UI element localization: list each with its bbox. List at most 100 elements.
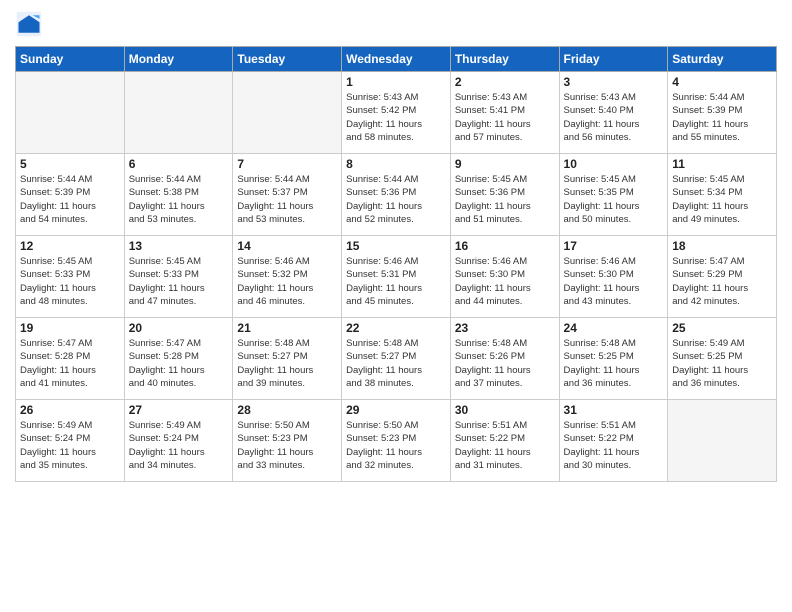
day-info: Sunrise: 5:43 AM Sunset: 5:41 PM Dayligh… [455, 91, 555, 144]
day-number: 17 [564, 239, 664, 253]
calendar-cell: 7 Sunrise: 5:44 AM Sunset: 5:37 PM Daylig… [233, 154, 342, 236]
weekday-header-wednesday: Wednesday [342, 47, 451, 72]
day-number: 9 [455, 157, 555, 171]
day-info: Sunrise: 5:46 AM Sunset: 5:30 PM Dayligh… [564, 255, 664, 308]
day-number: 3 [564, 75, 664, 89]
day-info: Sunrise: 5:44 AM Sunset: 5:39 PM Dayligh… [20, 173, 120, 226]
day-number: 2 [455, 75, 555, 89]
weekday-header-thursday: Thursday [450, 47, 559, 72]
day-number: 31 [564, 403, 664, 417]
day-info: Sunrise: 5:51 AM Sunset: 5:22 PM Dayligh… [455, 419, 555, 472]
calendar-cell: 3 Sunrise: 5:43 AM Sunset: 5:40 PM Daylig… [559, 72, 668, 154]
calendar-cell: 12Sunrise: 5:45 AM Sunset: 5:33 PM Dayli… [16, 236, 125, 318]
day-number: 30 [455, 403, 555, 417]
day-number: 14 [237, 239, 337, 253]
calendar-cell: 21 Sunrise: 5:48 AM Sunset: 5:27 PM Dayli… [233, 318, 342, 400]
day-info: Sunrise: 5:49 AM Sunset: 5:24 PM Dayligh… [129, 419, 229, 472]
weekday-header-friday: Friday [559, 47, 668, 72]
day-number: 25 [672, 321, 772, 335]
calendar-cell: 17 Sunrise: 5:46 AM Sunset: 5:30 PM Dayli… [559, 236, 668, 318]
day-info: Sunrise: 5:45 AM Sunset: 5:33 PM Dayligh… [129, 255, 229, 308]
calendar-cell: 8 Sunrise: 5:44 AM Sunset: 5:36 PM Daylig… [342, 154, 451, 236]
day-info: Sunrise: 5:46 AM Sunset: 5:31 PM Dayligh… [346, 255, 446, 308]
calendar-cell: 22 Sunrise: 5:48 AM Sunset: 5:27 PM Dayli… [342, 318, 451, 400]
day-info: Sunrise: 5:47 AM Sunset: 5:28 PM Dayligh… [20, 337, 120, 390]
day-number: 20 [129, 321, 229, 335]
week-row-3: 12Sunrise: 5:45 AM Sunset: 5:33 PM Dayli… [16, 236, 777, 318]
calendar-cell [16, 72, 125, 154]
day-info: Sunrise: 5:45 AM Sunset: 5:35 PM Dayligh… [564, 173, 664, 226]
calendar-cell: 11 Sunrise: 5:45 AM Sunset: 5:34 PM Dayli… [668, 154, 777, 236]
day-number: 7 [237, 157, 337, 171]
day-info: Sunrise: 5:48 AM Sunset: 5:27 PM Dayligh… [237, 337, 337, 390]
day-info: Sunrise: 5:44 AM Sunset: 5:38 PM Dayligh… [129, 173, 229, 226]
day-info: Sunrise: 5:48 AM Sunset: 5:27 PM Dayligh… [346, 337, 446, 390]
page: SundayMondayTuesdayWednesdayThursdayFrid… [0, 0, 792, 612]
calendar-cell: 15 Sunrise: 5:46 AM Sunset: 5:31 PM Dayli… [342, 236, 451, 318]
week-row-1: 1Sunrise: 5:43 AM Sunset: 5:42 PM Daylig… [16, 72, 777, 154]
day-info: Sunrise: 5:50 AM Sunset: 5:23 PM Dayligh… [346, 419, 446, 472]
day-number: 24 [564, 321, 664, 335]
calendar-cell [124, 72, 233, 154]
day-info: Sunrise: 5:46 AM Sunset: 5:32 PM Dayligh… [237, 255, 337, 308]
day-number: 11 [672, 157, 772, 171]
day-number: 13 [129, 239, 229, 253]
day-number: 21 [237, 321, 337, 335]
calendar-cell: 18Sunrise: 5:47 AM Sunset: 5:29 PM Dayli… [668, 236, 777, 318]
calendar-cell: 24 Sunrise: 5:48 AM Sunset: 5:25 PM Dayli… [559, 318, 668, 400]
weekday-header-saturday: Saturday [668, 47, 777, 72]
calendar: SundayMondayTuesdayWednesdayThursdayFrid… [15, 46, 777, 482]
day-info: Sunrise: 5:46 AM Sunset: 5:30 PM Dayligh… [455, 255, 555, 308]
day-info: Sunrise: 5:43 AM Sunset: 5:40 PM Dayligh… [564, 91, 664, 144]
calendar-cell: 31 Sunrise: 5:51 AM Sunset: 5:22 PM Dayli… [559, 400, 668, 482]
calendar-cell: 1Sunrise: 5:43 AM Sunset: 5:42 PM Daylig… [342, 72, 451, 154]
day-number: 26 [20, 403, 120, 417]
day-info: Sunrise: 5:44 AM Sunset: 5:37 PM Dayligh… [237, 173, 337, 226]
calendar-cell: 14 Sunrise: 5:46 AM Sunset: 5:32 PM Dayli… [233, 236, 342, 318]
calendar-cell: 30 Sunrise: 5:51 AM Sunset: 5:22 PM Dayli… [450, 400, 559, 482]
day-number: 5 [20, 157, 120, 171]
calendar-cell: 28Sunrise: 5:50 AM Sunset: 5:23 PM Dayli… [233, 400, 342, 482]
day-info: Sunrise: 5:48 AM Sunset: 5:25 PM Dayligh… [564, 337, 664, 390]
day-number: 4 [672, 75, 772, 89]
week-row-2: 5 Sunrise: 5:44 AM Sunset: 5:39 PM Daylig… [16, 154, 777, 236]
calendar-cell: 6Sunrise: 5:44 AM Sunset: 5:38 PM Daylig… [124, 154, 233, 236]
week-row-4: 19 Sunrise: 5:47 AM Sunset: 5:28 PM Dayli… [16, 318, 777, 400]
calendar-cell: 16Sunrise: 5:46 AM Sunset: 5:30 PM Dayli… [450, 236, 559, 318]
logo [15, 10, 47, 38]
calendar-cell [668, 400, 777, 482]
day-info: Sunrise: 5:47 AM Sunset: 5:28 PM Dayligh… [129, 337, 229, 390]
day-info: Sunrise: 5:44 AM Sunset: 5:36 PM Dayligh… [346, 173, 446, 226]
day-info: Sunrise: 5:45 AM Sunset: 5:34 PM Dayligh… [672, 173, 772, 226]
day-number: 18 [672, 239, 772, 253]
calendar-cell: 5 Sunrise: 5:44 AM Sunset: 5:39 PM Daylig… [16, 154, 125, 236]
calendar-cell: 26 Sunrise: 5:49 AM Sunset: 5:24 PM Dayli… [16, 400, 125, 482]
day-number: 27 [129, 403, 229, 417]
day-info: Sunrise: 5:45 AM Sunset: 5:36 PM Dayligh… [455, 173, 555, 226]
day-number: 10 [564, 157, 664, 171]
weekday-header-tuesday: Tuesday [233, 47, 342, 72]
weekday-header-row: SundayMondayTuesdayWednesdayThursdayFrid… [16, 47, 777, 72]
calendar-cell: 4 Sunrise: 5:44 AM Sunset: 5:39 PM Daylig… [668, 72, 777, 154]
header [15, 10, 777, 38]
day-info: Sunrise: 5:50 AM Sunset: 5:23 PM Dayligh… [237, 419, 337, 472]
weekday-header-monday: Monday [124, 47, 233, 72]
day-info: Sunrise: 5:49 AM Sunset: 5:24 PM Dayligh… [20, 419, 120, 472]
day-number: 19 [20, 321, 120, 335]
logo-icon [15, 10, 43, 38]
day-number: 15 [346, 239, 446, 253]
calendar-cell: 25 Sunrise: 5:49 AM Sunset: 5:25 PM Dayli… [668, 318, 777, 400]
day-info: Sunrise: 5:51 AM Sunset: 5:22 PM Dayligh… [564, 419, 664, 472]
calendar-cell: 2 Sunrise: 5:43 AM Sunset: 5:41 PM Daylig… [450, 72, 559, 154]
day-info: Sunrise: 5:45 AM Sunset: 5:33 PM Dayligh… [20, 255, 120, 308]
day-info: Sunrise: 5:44 AM Sunset: 5:39 PM Dayligh… [672, 91, 772, 144]
calendar-cell: 23Sunrise: 5:48 AM Sunset: 5:26 PM Dayli… [450, 318, 559, 400]
day-info: Sunrise: 5:49 AM Sunset: 5:25 PM Dayligh… [672, 337, 772, 390]
day-number: 22 [346, 321, 446, 335]
calendar-cell: 20 Sunrise: 5:47 AM Sunset: 5:28 PM Dayli… [124, 318, 233, 400]
calendar-cell: 13 Sunrise: 5:45 AM Sunset: 5:33 PM Dayli… [124, 236, 233, 318]
day-number: 8 [346, 157, 446, 171]
calendar-cell: 19 Sunrise: 5:47 AM Sunset: 5:28 PM Dayli… [16, 318, 125, 400]
calendar-cell: 10 Sunrise: 5:45 AM Sunset: 5:35 PM Dayli… [559, 154, 668, 236]
calendar-cell: 27 Sunrise: 5:49 AM Sunset: 5:24 PM Dayli… [124, 400, 233, 482]
